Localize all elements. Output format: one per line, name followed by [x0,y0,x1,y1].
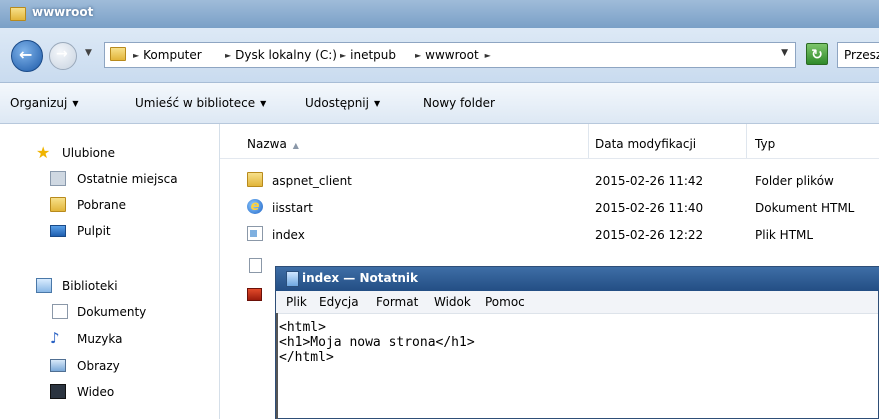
recent-places-icon [50,171,66,186]
share-button[interactable]: Udostępnij ▼ [305,96,380,110]
arrow-right-icon: → [56,46,68,62]
notepad-menubar: Plik Edycja Format Widok Pomoc [276,291,878,314]
folder-icon [110,47,126,61]
file-row[interactable]: aspnet_client 2015-02-26 11:42 Folder pl… [220,168,879,192]
column-header-name[interactable]: Nazwa ▲ [247,137,299,151]
file-row[interactable]: e iisstart 2015-02-26 11:40 Dokument HTM… [220,195,879,219]
menu-view[interactable]: Widok [434,295,471,309]
navigation-pane: ★ Ulubione Ostatnie miejsca Pobrane Pulp… [0,124,220,419]
forward-button[interactable]: → [49,42,77,70]
downloads-folder-icon [50,197,66,212]
chevron-right-icon: ► [415,51,422,60]
window-titlebar[interactable]: wwwroot [0,0,879,29]
breadcrumb-computer[interactable]: ► Komputer [133,48,202,62]
menu-help[interactable]: Pomoc [485,295,525,309]
menu-file[interactable]: Plik [286,295,307,309]
file-type: Plik HTML [755,228,814,242]
blank-file-icon[interactable] [249,258,262,273]
command-toolbar: Organizuj ▼ Umieść w bibliotece ▼ Udostępn… [0,83,879,124]
search-input[interactable]: Przeszuk [837,42,879,68]
refresh-icon: ↻ [811,47,823,63]
chevron-down-icon: ▼ [260,99,267,108]
breadcrumb-inetpub[interactable]: ► inetpub [340,48,396,62]
ie-icon: e [247,199,263,214]
image-file-icon[interactable] [247,288,262,301]
desktop-icon [50,225,66,237]
file-name: iisstart [272,201,313,215]
window-title: wwwroot [32,5,94,19]
star-icon: ★ [36,143,51,162]
notepad-titlebar[interactable]: index — Notatnik [276,267,879,291]
file-date: 2015-02-26 11:40 [595,201,704,215]
file-date: 2015-02-26 11:42 [595,174,704,188]
file-name: aspnet_client [272,174,352,188]
file-type: Dokument HTML [755,201,855,215]
folder-icon [247,172,263,187]
arrow-left-icon: ← [19,45,33,64]
column-header-date[interactable]: Data modyfikacji [595,137,696,151]
file-type: Folder plików [755,174,834,188]
video-icon [50,384,66,399]
address-bar-row: ← → ▼ ► Komputer ► Dysk lokalny (C:) ► inet… [0,28,879,83]
chevron-right-icon: ► [340,51,347,60]
chevron-down-icon: ▼ [373,99,381,108]
menu-edit[interactable]: Edycja [319,295,359,309]
pictures-icon [50,359,66,372]
new-folder-button[interactable]: Nowy folder [423,96,495,110]
file-name: index [272,228,305,242]
organize-button[interactable]: Organizuj ▼ [10,96,78,110]
breadcrumb-wwwroot[interactable]: ► wwwroot ► [415,48,495,62]
chevron-right-icon: ► [225,51,232,60]
chevron-right-icon: ► [133,51,140,60]
notepad-icon [286,271,299,287]
address-dropdown-icon[interactable]: ▼ [781,48,788,58]
back-button[interactable]: ← [11,40,43,72]
notepad-content[interactable]: <html> <h1>Moja nowa strona</h1> </html> [279,320,875,415]
breadcrumb-local-disk[interactable]: ► Dysk lokalny (C:) [225,48,337,62]
documents-icon [52,304,68,319]
include-library-button[interactable]: Umieść w bibliotece ▼ [135,96,266,110]
file-row[interactable]: index 2015-02-26 12:22 Plik HTML [220,222,879,246]
folder-icon [10,7,26,21]
chevron-right-icon: ► [484,51,491,60]
column-divider[interactable] [588,124,589,158]
refresh-button[interactable]: ↻ [806,43,828,65]
file-date: 2015-02-26 12:22 [595,228,704,242]
chevron-down-icon: ▼ [72,99,79,108]
address-box[interactable]: ► Komputer ► Dysk lokalny (C:) ► inetpub ► w… [104,42,796,68]
column-divider[interactable] [746,124,747,158]
music-note-icon: ♪ [50,329,60,347]
column-header-type[interactable]: Typ [755,137,775,151]
notepad-title: index — Notatnik [302,271,418,285]
sort-ascending-icon: ▲ [292,141,299,150]
menu-format[interactable]: Format [376,295,418,309]
column-header-row: Nazwa ▲ Data modyfikacji Typ [220,124,879,159]
recent-locations-dropdown[interactable]: ▼ [85,48,92,58]
libraries-icon [36,278,52,293]
html-file-icon [247,226,263,241]
notepad-window: index — Notatnik Plik Edycja Format Wido… [275,266,879,419]
